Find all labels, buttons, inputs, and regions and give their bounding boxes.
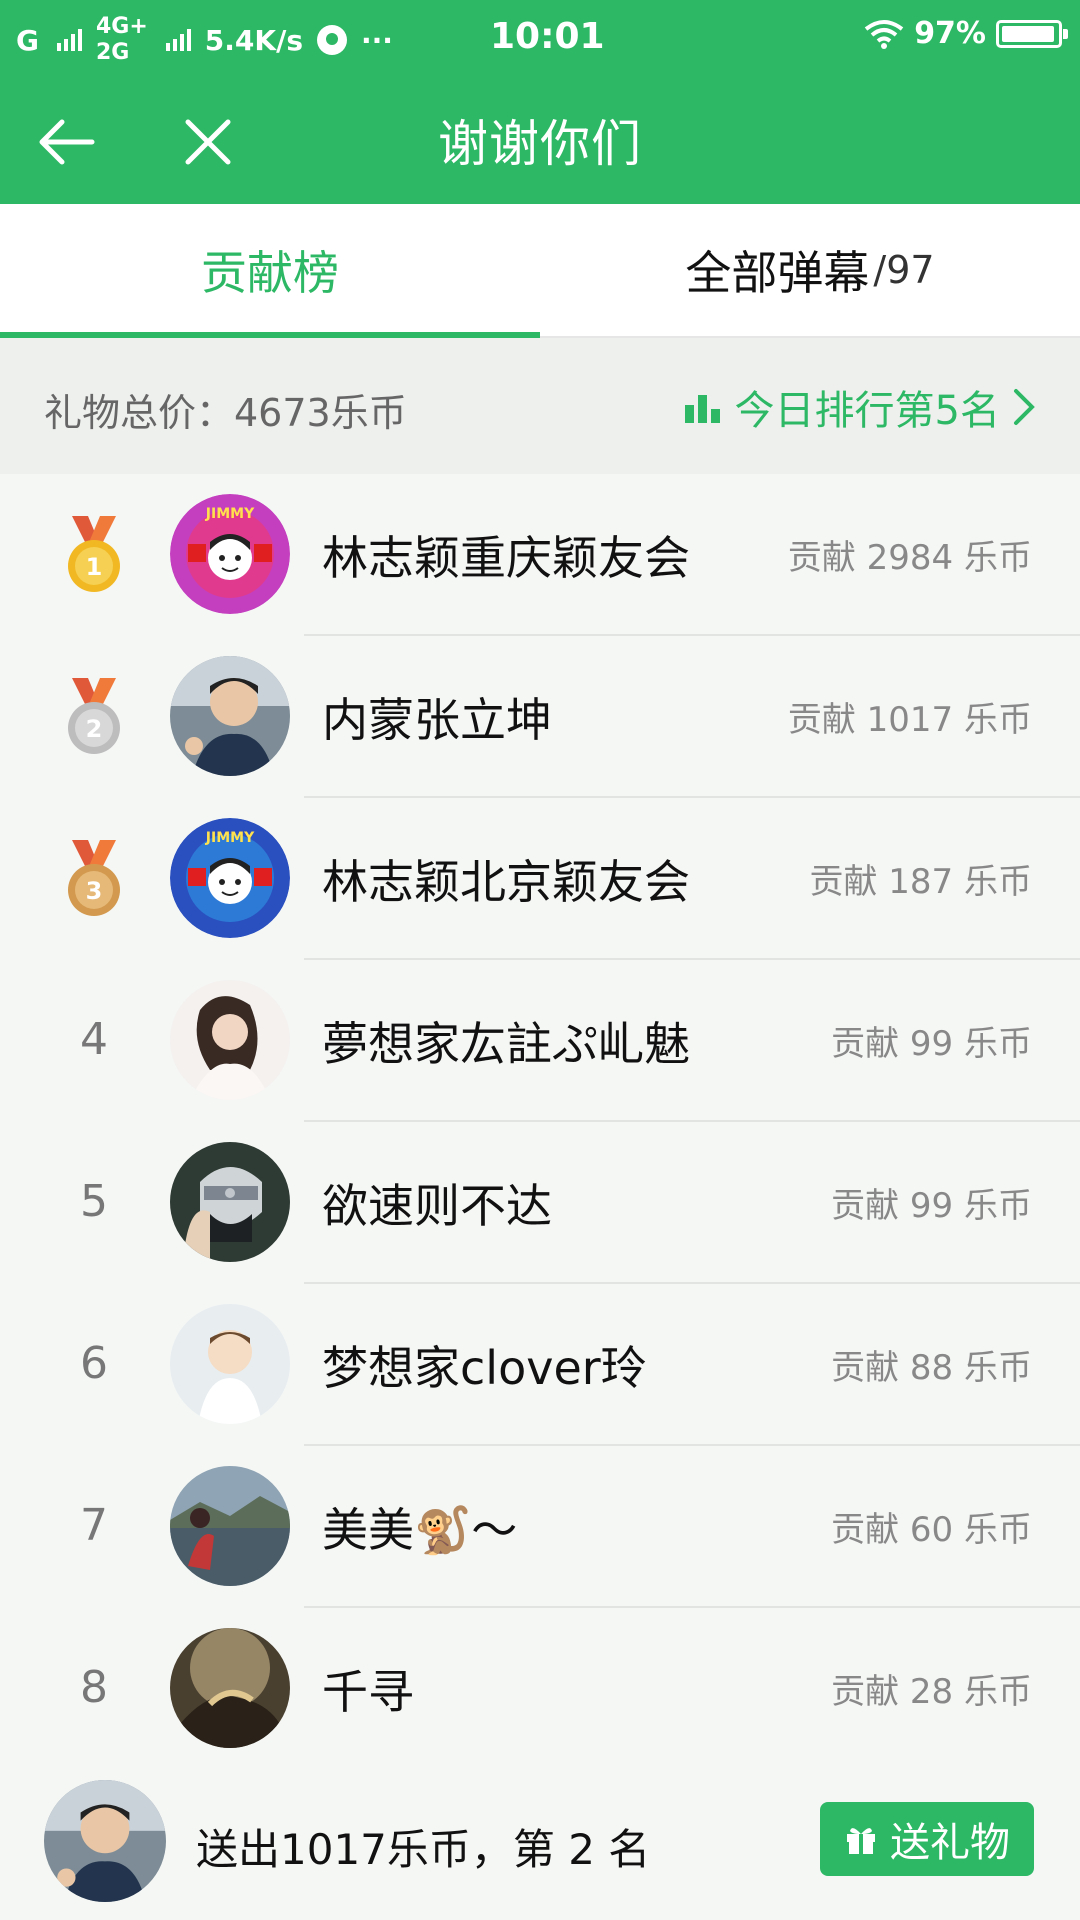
contribution-amount: 贡献 28 乐币 bbox=[831, 1672, 1032, 1712]
tab-all-danmaku[interactable]: 全部弹幕/97 bbox=[540, 204, 1080, 336]
list-item[interactable]: 6 梦想家clover玲 贡献 88 乐币 bbox=[0, 1284, 1080, 1446]
user-avatar[interactable] bbox=[170, 656, 290, 776]
medal-bronze-icon: 3 bbox=[68, 840, 120, 916]
tab-danmaku-count: /97 bbox=[873, 248, 935, 292]
list-item[interactable]: 1 JIMMY 林志颖重庆颖友会 贡献 2984 乐币 bbox=[0, 474, 1080, 636]
title-bar: 谢谢你们 bbox=[0, 80, 1080, 204]
contribution-list: 1 JIMMY 林志颖重庆颖友会 贡献 2984 乐币 2 内蒙张立坤 贡献 1017 乐币… bbox=[0, 474, 1080, 1770]
user-avatar[interactable]: JIMMY bbox=[170, 494, 290, 614]
send-gift-label: 送礼物 bbox=[890, 1820, 1010, 1866]
rank-number: 5 bbox=[80, 1176, 108, 1227]
rank-number: 6 bbox=[80, 1338, 108, 1389]
carrier-label: G bbox=[16, 23, 39, 57]
contribution-amount: 贡献 2984 乐币 bbox=[787, 538, 1032, 578]
tab-contribution[interactable]: 贡献榜 bbox=[0, 204, 540, 336]
user-name: 欲速则不达 bbox=[322, 1179, 552, 1233]
user-avatar[interactable] bbox=[170, 1628, 290, 1748]
user-avatar[interactable] bbox=[170, 1466, 290, 1586]
user-avatar[interactable] bbox=[170, 980, 290, 1100]
list-item[interactable]: 3 JIMMY 林志颖北京颖友会 贡献 187 乐币 bbox=[0, 798, 1080, 960]
medal-gold-icon: 1 bbox=[68, 516, 120, 592]
location-icon bbox=[317, 25, 347, 55]
contribution-amount: 贡献 187 乐币 bbox=[809, 862, 1032, 902]
contribution-amount: 贡献 88 乐币 bbox=[831, 1348, 1032, 1388]
signal-icon bbox=[56, 29, 82, 51]
contribution-amount: 贡献 60 乐币 bbox=[831, 1510, 1032, 1550]
list-item[interactable]: 4 夢想家厷註ぷ乢魅 贡献 99 乐币 bbox=[0, 960, 1080, 1122]
user-name: 林志颖重庆颖友会 bbox=[322, 531, 690, 585]
user-avatar[interactable] bbox=[170, 1142, 290, 1262]
tab-contribution-label: 贡献榜 bbox=[201, 246, 339, 300]
network-speed: 5.4K/s bbox=[204, 23, 303, 57]
network-type-top: 4G+ bbox=[95, 14, 148, 39]
send-gift-button[interactable]: 送礼物 bbox=[820, 1802, 1034, 1876]
contribution-amount: 贡献 99 乐币 bbox=[831, 1186, 1032, 1226]
daily-ranking-link[interactable]: 今日排行第5名 bbox=[683, 378, 1036, 436]
user-avatar[interactable] bbox=[170, 1304, 290, 1424]
user-name: 美美🐒～ bbox=[322, 1503, 518, 1557]
page-title: 谢谢你们 bbox=[438, 115, 642, 173]
chevron-right-icon bbox=[1014, 389, 1035, 425]
rank-number: 4 bbox=[80, 1014, 108, 1065]
svg-text:JIMMY: JIMMY bbox=[205, 830, 255, 846]
tab-danmaku-label: 全部弹幕 bbox=[685, 246, 870, 300]
svg-text:JIMMY: JIMMY bbox=[205, 506, 255, 522]
gift-icon bbox=[847, 1828, 875, 1854]
my-contribution-status: 送出1017乐币，第 2 名 bbox=[196, 1825, 651, 1874]
medal-rank: 3 bbox=[86, 877, 103, 905]
rank-number: 8 bbox=[80, 1662, 108, 1713]
list-item[interactable]: 8 千寻 贡献 28 乐币 bbox=[0, 1608, 1080, 1770]
user-name: 林志颖北京颖友会 bbox=[322, 855, 690, 909]
my-avatar bbox=[44, 1780, 166, 1902]
user-avatar[interactable]: JIMMY bbox=[170, 818, 290, 938]
battery-icon bbox=[996, 19, 1068, 48]
status-bar: G 4G+ 2G 5.4K/s ··· 10:01 97% bbox=[0, 0, 1080, 80]
gift-total: 礼物总价：4673乐币 bbox=[44, 391, 407, 435]
bottom-bar: 送出1017乐币，第 2 名 送礼物 bbox=[0, 1766, 1080, 1920]
battery-percent: 97% bbox=[914, 16, 986, 51]
rank-number: 7 bbox=[80, 1500, 108, 1551]
more-dots: ··· bbox=[361, 23, 393, 57]
wifi-icon bbox=[864, 19, 904, 49]
network-type-bottom: 2G bbox=[95, 40, 130, 65]
medal-silver-icon: 2 bbox=[68, 678, 120, 754]
contribution-amount: 贡献 1017 乐币 bbox=[787, 700, 1032, 740]
contribution-amount: 贡献 99 乐币 bbox=[831, 1024, 1032, 1064]
gift-summary: 礼物总价：4673乐币 今日排行第5名 bbox=[0, 338, 1080, 474]
medal-rank: 1 bbox=[86, 553, 103, 581]
medal-rank: 2 bbox=[86, 715, 103, 743]
tab-bar: 贡献榜 全部弹幕/97 bbox=[0, 204, 1080, 338]
user-name: 千寻 bbox=[322, 1665, 414, 1719]
user-name: 梦想家clover玲 bbox=[322, 1341, 647, 1395]
daily-ranking-label: 今日排行第5名 bbox=[734, 388, 1000, 434]
list-item[interactable]: 2 内蒙张立坤 贡献 1017 乐币 bbox=[0, 636, 1080, 798]
user-name: 夢想家厷註ぷ乢魅 bbox=[322, 1017, 690, 1071]
list-item[interactable]: 5 欲速则不达 贡献 99 乐币 bbox=[0, 1122, 1080, 1284]
signal-icon-2 bbox=[165, 29, 191, 51]
clock: 10:01 bbox=[490, 16, 605, 57]
bar-chart-icon bbox=[684, 395, 720, 423]
list-item[interactable]: 7 美美🐒～ 贡献 60 乐币 bbox=[0, 1446, 1080, 1608]
user-name: 内蒙张立坤 bbox=[322, 693, 552, 747]
